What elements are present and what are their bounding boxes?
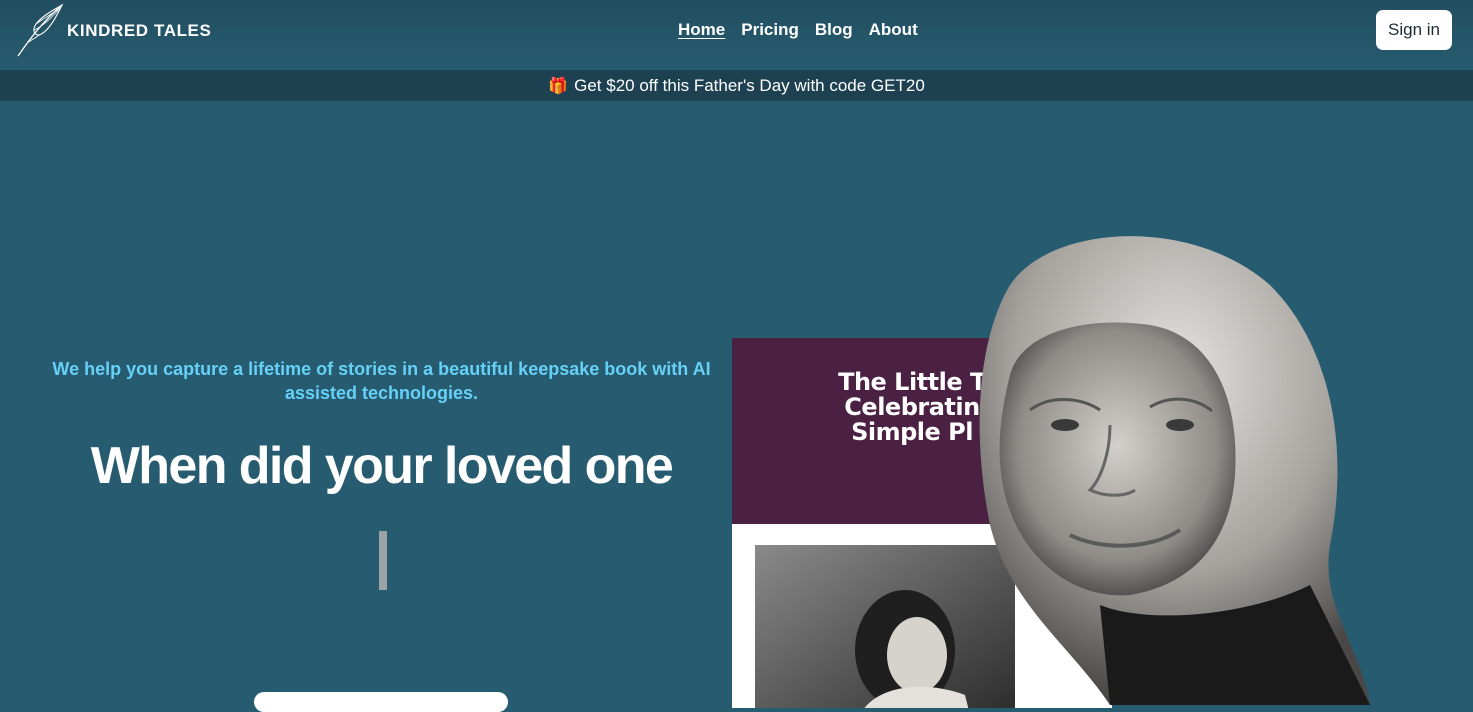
top-navigation: KINDRED TALES Home Pricing Blog About Si… xyxy=(0,0,1473,70)
cta-button[interactable] xyxy=(254,692,508,712)
gift-icon: 🎁 xyxy=(548,77,569,95)
nav-link-blog[interactable]: Blog xyxy=(815,20,853,40)
brand-logo[interactable]: KINDRED TALES xyxy=(14,2,211,58)
hero-tagline: We help you capture a lifetime of storie… xyxy=(52,359,711,403)
nav-links: Home Pricing Blog About xyxy=(678,20,918,40)
typing-cursor xyxy=(379,531,387,590)
promo-text: Get $20 off this Father's Day with code … xyxy=(574,75,925,95)
elderly-woman-portrait xyxy=(979,236,1370,705)
sign-in-button[interactable]: Sign in xyxy=(1376,10,1452,50)
promo-banner[interactable]: 🎁 Get $20 off this Father's Day with cod… xyxy=(0,70,1473,101)
nav-link-home[interactable]: Home xyxy=(678,20,725,40)
brand-name: KINDRED TALES xyxy=(67,21,212,40)
hero-headline: When did your loved one xyxy=(90,437,674,495)
nav-link-pricing[interactable]: Pricing xyxy=(741,20,799,40)
nav-link-about[interactable]: About xyxy=(869,20,918,40)
feather-icon xyxy=(17,3,64,57)
